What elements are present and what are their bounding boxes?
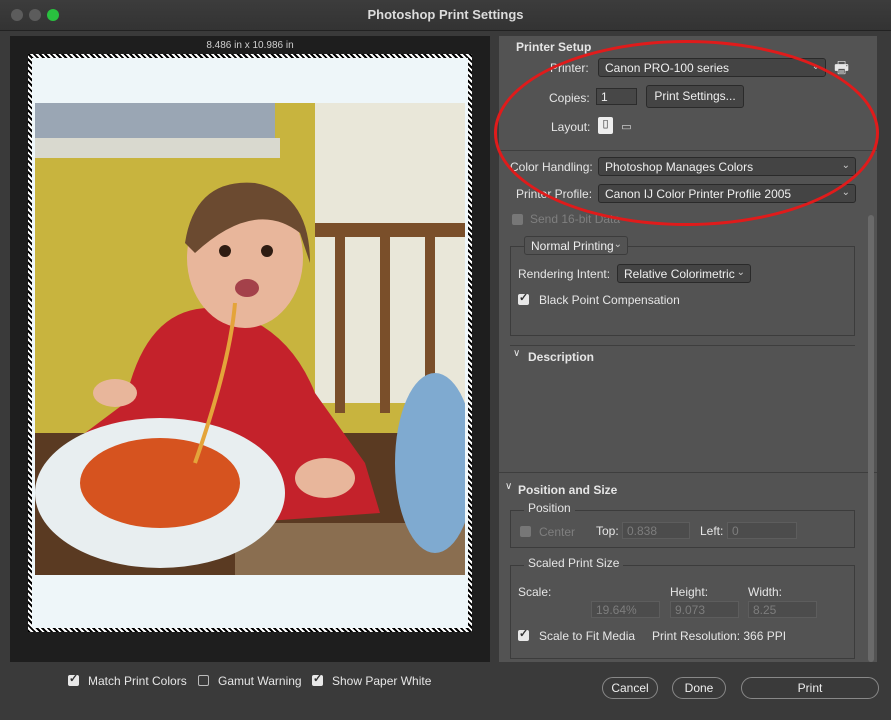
child-eating-spaghetti-photo bbox=[35, 103, 465, 575]
scaled-print-size-label: Scaled Print Size bbox=[524, 556, 624, 570]
divider bbox=[499, 150, 877, 151]
chevron-down-icon: ⌄ bbox=[736, 267, 745, 278]
position-label: Position bbox=[524, 501, 575, 515]
cancel-button[interactable]: Cancel bbox=[602, 677, 658, 699]
match-print-colors-checkbox[interactable] bbox=[68, 672, 79, 686]
paper-sheet bbox=[28, 54, 472, 632]
done-button[interactable]: Done bbox=[672, 677, 726, 699]
chevron-down-icon: ⌄ bbox=[841, 187, 850, 198]
rendering-intent-value: Relative Colorimetric bbox=[624, 267, 735, 281]
chevron-down-icon: ⌄ bbox=[613, 239, 622, 250]
add-printer-icon[interactable]: 🖶 bbox=[834, 57, 849, 84]
divider bbox=[510, 345, 855, 346]
printing-mode-select[interactable]: Normal Printing ⌄ bbox=[524, 236, 628, 255]
scale-input[interactable]: 19.64% bbox=[591, 601, 660, 618]
print-resolution: Print Resolution: 366 PPI bbox=[652, 629, 787, 643]
show-paper-white-checkbox[interactable] bbox=[312, 672, 323, 686]
chevron-down-icon[interactable]: ∨ bbox=[505, 481, 512, 492]
gamut-warning-label: Gamut Warning bbox=[218, 674, 302, 688]
photo-preview[interactable] bbox=[35, 103, 465, 575]
printer-select[interactable]: Canon PRO-100 series ⌄ bbox=[598, 58, 826, 77]
black-point-checkbox[interactable] bbox=[518, 291, 529, 305]
print-settings-button[interactable]: Print Settings... bbox=[646, 85, 744, 108]
chevron-down-icon: ⌄ bbox=[841, 160, 850, 171]
printing-options-group bbox=[510, 246, 855, 336]
divider bbox=[499, 472, 877, 473]
top-label: Top: bbox=[596, 524, 619, 538]
panel-scrollbar[interactable] bbox=[868, 215, 874, 662]
printer-setup-heading: Printer Setup bbox=[516, 40, 592, 54]
printer-profile-select[interactable]: Canon IJ Color Printer Profile 2005 ⌄ bbox=[598, 184, 856, 203]
show-paper-white-label: Show Paper White bbox=[332, 674, 432, 688]
chevron-down-icon[interactable]: ∨ bbox=[513, 348, 520, 359]
title-bar: Photoshop Print Settings bbox=[0, 0, 891, 31]
printer-profile-label: Printer Profile: bbox=[516, 187, 593, 201]
position-size-heading[interactable]: Position and Size bbox=[518, 483, 617, 497]
height-input[interactable]: 9.073 bbox=[670, 601, 739, 618]
black-point-label: Black Point Compensation bbox=[539, 293, 680, 307]
printer-label: Printer: bbox=[550, 61, 589, 75]
color-handling-value: Photoshop Manages Colors bbox=[605, 160, 754, 174]
left-input[interactable]: 0 bbox=[727, 522, 797, 539]
landscape-layout-icon[interactable]: ▭ bbox=[619, 120, 634, 133]
width-label: Width: bbox=[748, 585, 783, 599]
top-input[interactable]: 0.838 bbox=[622, 522, 690, 539]
chevron-down-icon: ⌄ bbox=[811, 61, 820, 72]
rendering-intent-select[interactable]: Relative Colorimetric ⌄ bbox=[617, 264, 751, 283]
paper-dimensions: 8.486 in x 10.986 in bbox=[206, 40, 294, 51]
scale-to-fit-checkbox[interactable] bbox=[518, 627, 529, 641]
color-handling-label: Color Handling: bbox=[510, 160, 593, 174]
print-button[interactable]: Print bbox=[741, 677, 879, 699]
send-16bit-checkbox[interactable] bbox=[512, 214, 523, 225]
match-print-colors-label: Match Print Colors bbox=[88, 674, 187, 688]
send-16bit-label: Send 16-bit Data bbox=[530, 212, 621, 226]
print-preview: 8.486 in x 10.986 in bbox=[10, 36, 490, 662]
gamut-warning-checkbox[interactable] bbox=[198, 675, 209, 686]
scale-to-fit-label: Scale to Fit Media bbox=[539, 629, 636, 643]
width-input[interactable]: 8.25 bbox=[748, 601, 817, 618]
copies-input[interactable]: 1 bbox=[596, 88, 637, 105]
rendering-intent-label: Rendering Intent: bbox=[518, 267, 611, 281]
left-label: Left: bbox=[700, 524, 724, 538]
description-heading[interactable]: Description bbox=[528, 350, 594, 364]
window-title: Photoshop Print Settings bbox=[367, 7, 524, 22]
color-handling-select[interactable]: Photoshop Manages Colors ⌄ bbox=[598, 157, 856, 176]
center-checkbox[interactable] bbox=[520, 526, 531, 537]
copies-label: Copies: bbox=[549, 91, 590, 105]
layout-label: Layout: bbox=[551, 120, 591, 134]
scale-label: Scale: bbox=[518, 585, 552, 599]
printing-mode-value: Normal Printing bbox=[531, 239, 614, 253]
height-label: Height: bbox=[670, 585, 709, 599]
center-label: Center bbox=[539, 525, 576, 539]
portrait-layout-icon[interactable]: ▯ bbox=[598, 117, 613, 134]
printer-profile-value: Canon IJ Color Printer Profile 2005 bbox=[605, 187, 792, 201]
printer-value: Canon PRO-100 series bbox=[605, 61, 730, 75]
